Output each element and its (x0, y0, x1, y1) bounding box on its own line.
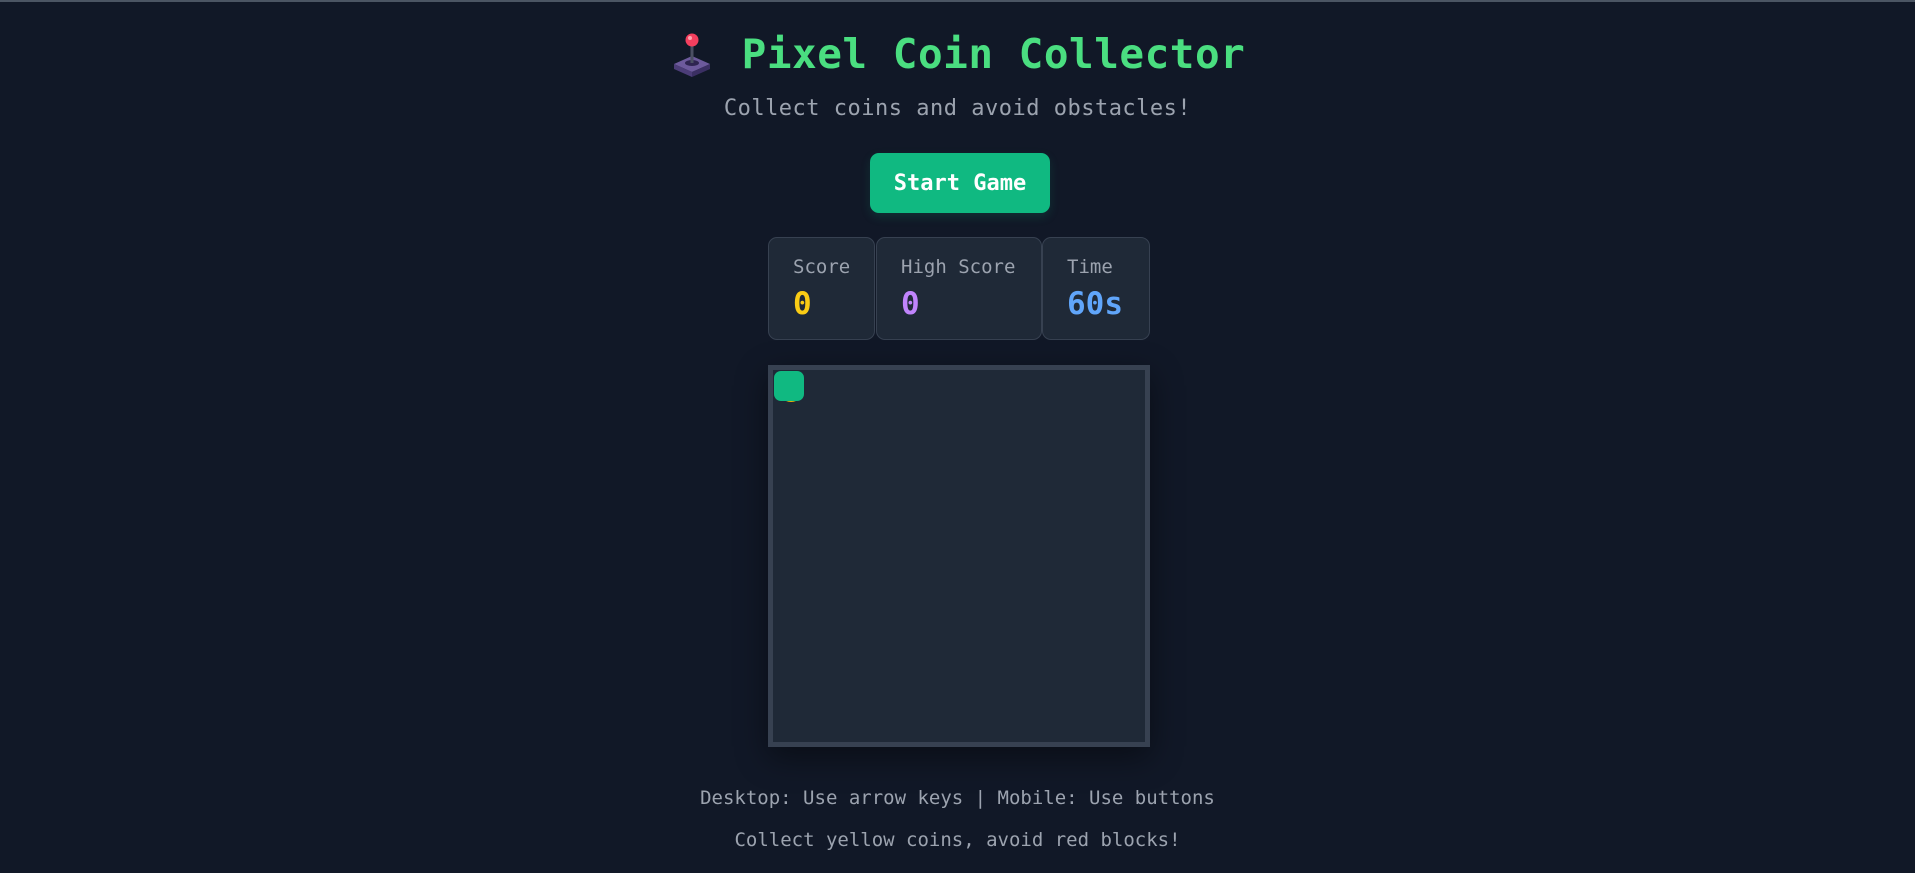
player-square (774, 371, 804, 401)
game-board[interactable] (768, 365, 1150, 747)
time-label: Time (1067, 256, 1113, 278)
high-score-label: High Score (901, 256, 1016, 278)
score-label: Score (793, 256, 851, 278)
time-card: Time 60s (1042, 237, 1150, 340)
high-score-card: High Score 0 (876, 237, 1042, 340)
game-title: Pixel Coin Collector (741, 30, 1246, 78)
score-card: Score 0 (768, 237, 875, 340)
title-row: Pixel Coin Collector (0, 26, 1915, 82)
objective-instructions: Collect yellow coins, avoid red blocks! (734, 829, 1181, 851)
time-value: 60s (1067, 286, 1123, 322)
joystick-icon (670, 30, 714, 78)
high-score-value: 0 (901, 286, 920, 322)
score-value: 0 (793, 286, 812, 322)
game-app: Pixel Coin Collector Collect coins and a… (0, 0, 1915, 873)
game-subtitle: Collect coins and avoid obstacles! (723, 96, 1192, 121)
controls-instructions: Desktop: Use arrow keys | Mobile: Use bu… (700, 787, 1215, 809)
start-game-button[interactable]: Start Game (870, 153, 1050, 213)
